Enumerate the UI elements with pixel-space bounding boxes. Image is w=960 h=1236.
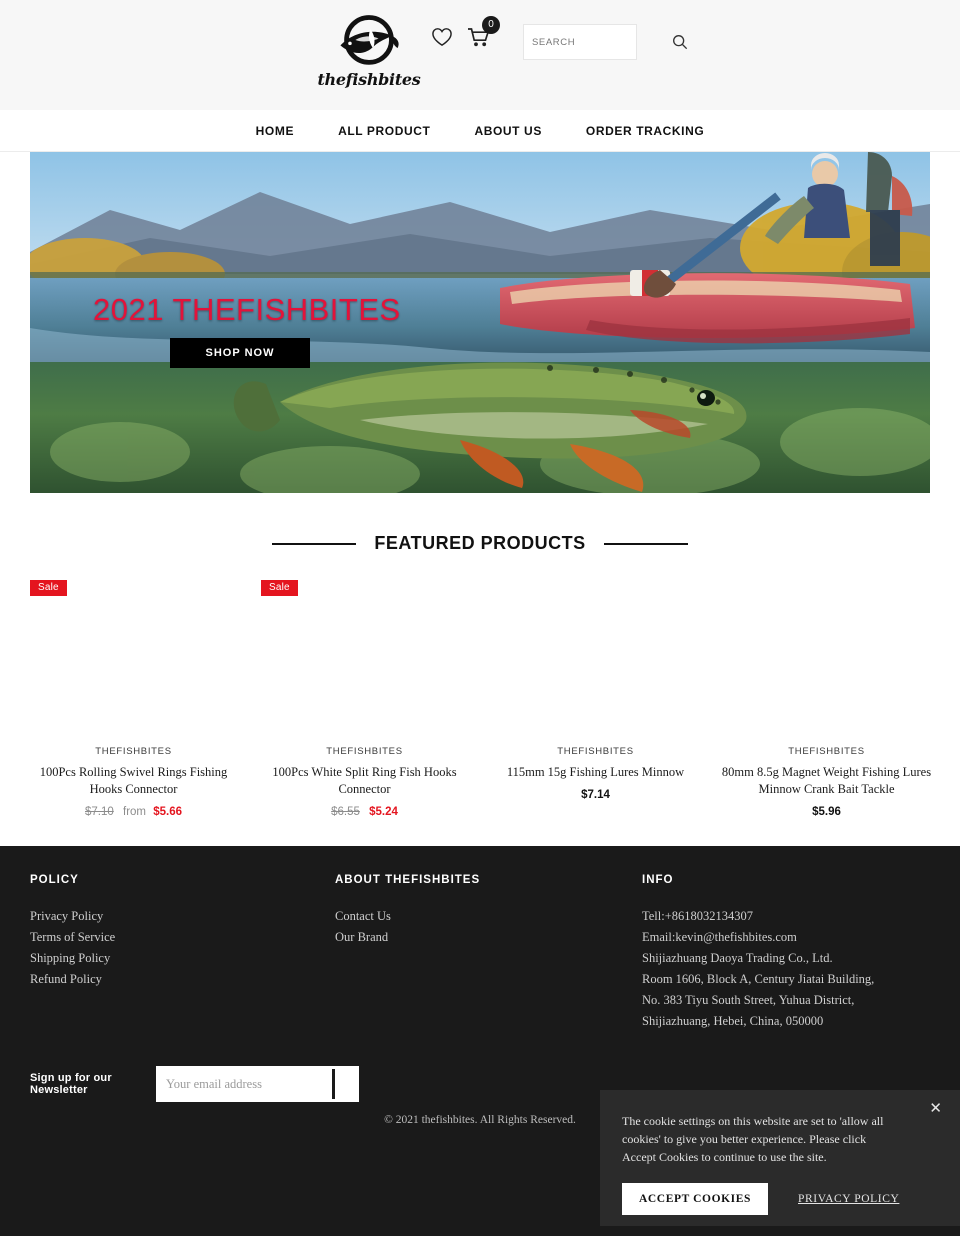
header-icons: 0 — [431, 16, 500, 48]
magnifier-icon — [673, 35, 688, 50]
footer-column-about: ABOUT THEFISHBITES Contact Us Our Brand — [335, 874, 642, 1032]
cart-count-badge: 0 — [482, 16, 500, 34]
info-address-line-1: Room 1606, Block A, Century Jiatai Build… — [642, 972, 875, 986]
price: $5.96 — [812, 806, 841, 818]
product-card: THEFISHBITES 115mm 15g Fishing Lures Min… — [480, 576, 711, 818]
shop-now-button[interactable]: SHOP NOW — [170, 338, 310, 368]
product-card: Sale THEFISHBITES 100Pcs Rolling Swivel … — [18, 576, 249, 818]
info-phone: Tell:+8618032134307 — [642, 909, 754, 923]
product-title[interactable]: 100Pcs Rolling Swivel Rings Fishing Hook… — [24, 764, 243, 798]
close-icon[interactable]: ✕ — [929, 1101, 942, 1116]
compare-at-price: $6.55 — [331, 806, 360, 818]
fish-logo-icon — [340, 15, 399, 65]
sale-badge: Sale — [261, 580, 298, 596]
newsletter-signup: Sign up for our Newsletter — [30, 1066, 359, 1102]
main-navigation: HOME ALL PRODUCT ABOUT US ORDER TRACKING — [0, 110, 960, 152]
newsletter-email-input[interactable] — [156, 1066, 332, 1102]
product-price: $5.96 — [717, 806, 936, 818]
header-inner: thefishbites 0 — [317, 0, 688, 98]
footer-link-privacy-policy[interactable]: Privacy Policy — [30, 906, 335, 927]
newsletter-form — [156, 1066, 359, 1102]
footer-link-terms-of-service[interactable]: Terms of Service — [30, 927, 335, 948]
footer-heading-info: INFO — [642, 874, 674, 886]
site-header: thefishbites 0 — [0, 0, 960, 110]
nav-item-home[interactable]: HOME — [256, 124, 294, 138]
product-title[interactable]: 100Pcs White Split Ring Fish Hooks Conne… — [255, 764, 474, 798]
cart-icon[interactable]: 0 — [467, 16, 500, 48]
newsletter-label: Sign up for our Newsletter — [30, 1072, 112, 1096]
hero-title: 2021 THEFISHBITES — [93, 292, 401, 327]
product-image[interactable] — [24, 576, 243, 736]
product-price: $7.10 from $5.66 — [24, 806, 243, 818]
nav-item-about-us[interactable]: ABOUT US — [474, 124, 541, 138]
footer-link-shipping-policy[interactable]: Shipping Policy — [30, 948, 335, 969]
section-title: FEATURED PRODUCTS — [374, 533, 586, 553]
footer-column-policy: POLICY Privacy Policy Terms of Service S… — [30, 874, 335, 1032]
footer-heading-about: ABOUT THEFISHBITES — [335, 874, 481, 886]
info-company: Shijiazhuang Daoya Trading Co., Ltd. — [642, 951, 833, 965]
site-logo[interactable]: thefishbites — [317, 12, 421, 98]
compare-at-price: $7.10 — [85, 806, 114, 818]
hero-banner[interactable]: 2021 THEFISHBITES SHOP NOW — [30, 152, 930, 493]
heading-rule-right — [603, 542, 688, 545]
featured-products-heading: FEATURED PRODUCTS — [0, 533, 960, 554]
info-email: Email:kevin@thefishbites.com — [642, 930, 797, 944]
search-submit-button[interactable] — [672, 25, 688, 59]
product-image[interactable] — [486, 576, 705, 736]
sale-price: $5.66 — [153, 806, 182, 818]
search-input[interactable] — [524, 25, 672, 59]
product-vendor: THEFISHBITES — [788, 746, 865, 757]
footer-link-refund-policy[interactable]: Refund Policy — [30, 969, 335, 990]
product-price: $7.14 — [486, 789, 705, 801]
info-address-line-2: No. 383 Tiyu South Street, Yuhua Distric… — [642, 993, 855, 1007]
about-link-list: Contact Us Our Brand — [335, 906, 642, 948]
logo-wordmark: thefishbites — [317, 70, 421, 89]
heading-rule-left — [272, 542, 357, 545]
raft — [500, 270, 915, 344]
sale-badge: Sale — [30, 580, 67, 596]
nav-item-all-product[interactable]: ALL PRODUCT — [338, 124, 430, 138]
policy-link-list: Privacy Policy Terms of Service Shipping… — [30, 906, 335, 990]
footer-heading-policy: POLICY — [30, 874, 79, 886]
cookie-actions: ACCEPT COOKIES PRIVACY POLICY — [622, 1183, 936, 1215]
product-image[interactable] — [255, 576, 474, 736]
accept-cookies-button[interactable]: ACCEPT COOKIES — [622, 1183, 768, 1215]
footer-link-our-brand[interactable]: Our Brand — [335, 927, 642, 948]
product-card: Sale THEFISHBITES 100Pcs White Split Rin… — [249, 576, 480, 818]
product-grid: Sale THEFISHBITES 100Pcs Rolling Swivel … — [0, 576, 960, 818]
wishlist-heart-icon[interactable] — [431, 27, 453, 47]
product-title[interactable]: 115mm 15g Fishing Lures Minnow — [486, 764, 705, 781]
info-address-line-3: Shijiazhuang, Hebei, China, 050000 — [642, 1014, 824, 1028]
footer-columns: POLICY Privacy Policy Terms of Service S… — [0, 846, 960, 1032]
footer-link-contact-us[interactable]: Contact Us — [335, 906, 642, 927]
sale-price: $5.24 — [369, 806, 398, 818]
price: $7.14 — [581, 789, 610, 801]
product-image[interactable] — [717, 576, 936, 736]
cookie-consent-banner: ✕ The cookie settings on this website ar… — [600, 1090, 960, 1226]
cookie-message: The cookie settings on this website are … — [622, 1114, 884, 1164]
product-vendor: THEFISHBITES — [557, 746, 634, 757]
nav-item-order-tracking[interactable]: ORDER TRACKING — [586, 124, 704, 138]
search-box — [523, 24, 688, 60]
price-prefix: from — [123, 806, 146, 818]
product-vendor: THEFISHBITES — [95, 746, 172, 757]
product-title[interactable]: 80mm 8.5g Magnet Weight Fishing Lures Mi… — [717, 764, 936, 798]
product-price: $6.55 $5.24 — [255, 806, 474, 818]
newsletter-submit-button[interactable] — [332, 1069, 335, 1099]
product-vendor: THEFISHBITES — [326, 746, 403, 757]
product-card: THEFISHBITES 80mm 8.5g Magnet Weight Fis… — [711, 576, 942, 818]
cookie-privacy-policy-link[interactable]: PRIVACY POLICY — [798, 1193, 899, 1205]
footer-column-info: INFO Tell:+8618032134307 Email:kevin@the… — [642, 874, 930, 1032]
